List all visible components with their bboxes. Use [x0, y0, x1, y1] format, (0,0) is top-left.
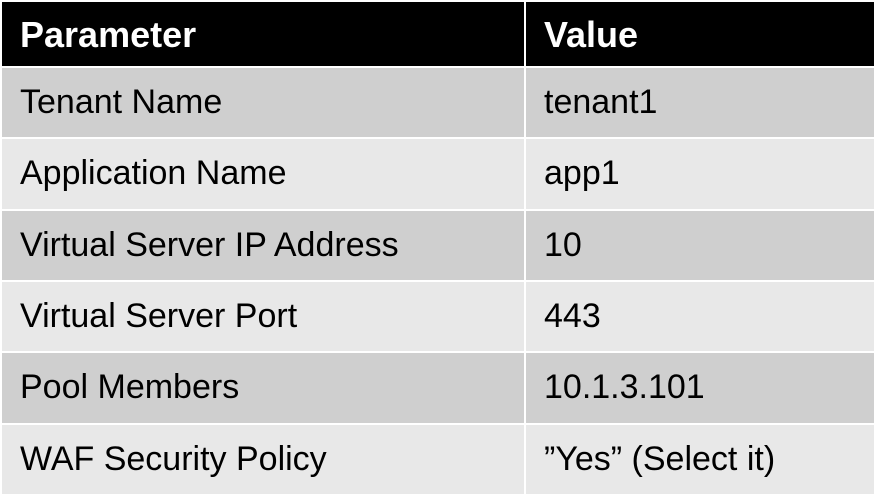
- parameter-cell: Virtual Server IP Address: [0, 208, 526, 282]
- table-row: Virtual Server Port 443: [0, 279, 874, 354]
- header-parameter: Parameter: [0, 0, 526, 68]
- table-row: Pool Members 10.1.3.101: [0, 351, 874, 425]
- value-cell: app1: [524, 137, 874, 211]
- parameter-cell: WAF Security Policy: [0, 422, 526, 496]
- table-body: Tenant Name tenant1 Application Name app…: [0, 65, 874, 496]
- table-row: Virtual Server IP Address 10: [0, 208, 874, 282]
- value-cell: 443: [524, 279, 874, 354]
- parameter-cell: Pool Members: [0, 351, 526, 425]
- table-row: Application Name app1: [0, 137, 874, 211]
- value-cell: 10.1.3.101: [524, 351, 874, 425]
- parameter-cell: Application Name: [0, 137, 526, 211]
- header-value: Value: [524, 0, 874, 68]
- table-row: WAF Security Policy ”Yes” (Select it): [0, 422, 874, 496]
- value-cell: ”Yes” (Select it): [524, 422, 874, 496]
- table-row: Tenant Name tenant1: [0, 65, 874, 140]
- value-cell: tenant1: [524, 65, 874, 140]
- table-header: Parameter Value: [0, 0, 874, 68]
- parameter-cell: Tenant Name: [0, 65, 526, 140]
- header-row: Parameter Value: [0, 0, 874, 68]
- parameter-table: Parameter Value Tenant Name tenant1 Appl…: [0, 0, 874, 496]
- value-cell: 10: [524, 208, 874, 282]
- parameter-cell: Virtual Server Port: [0, 279, 526, 354]
